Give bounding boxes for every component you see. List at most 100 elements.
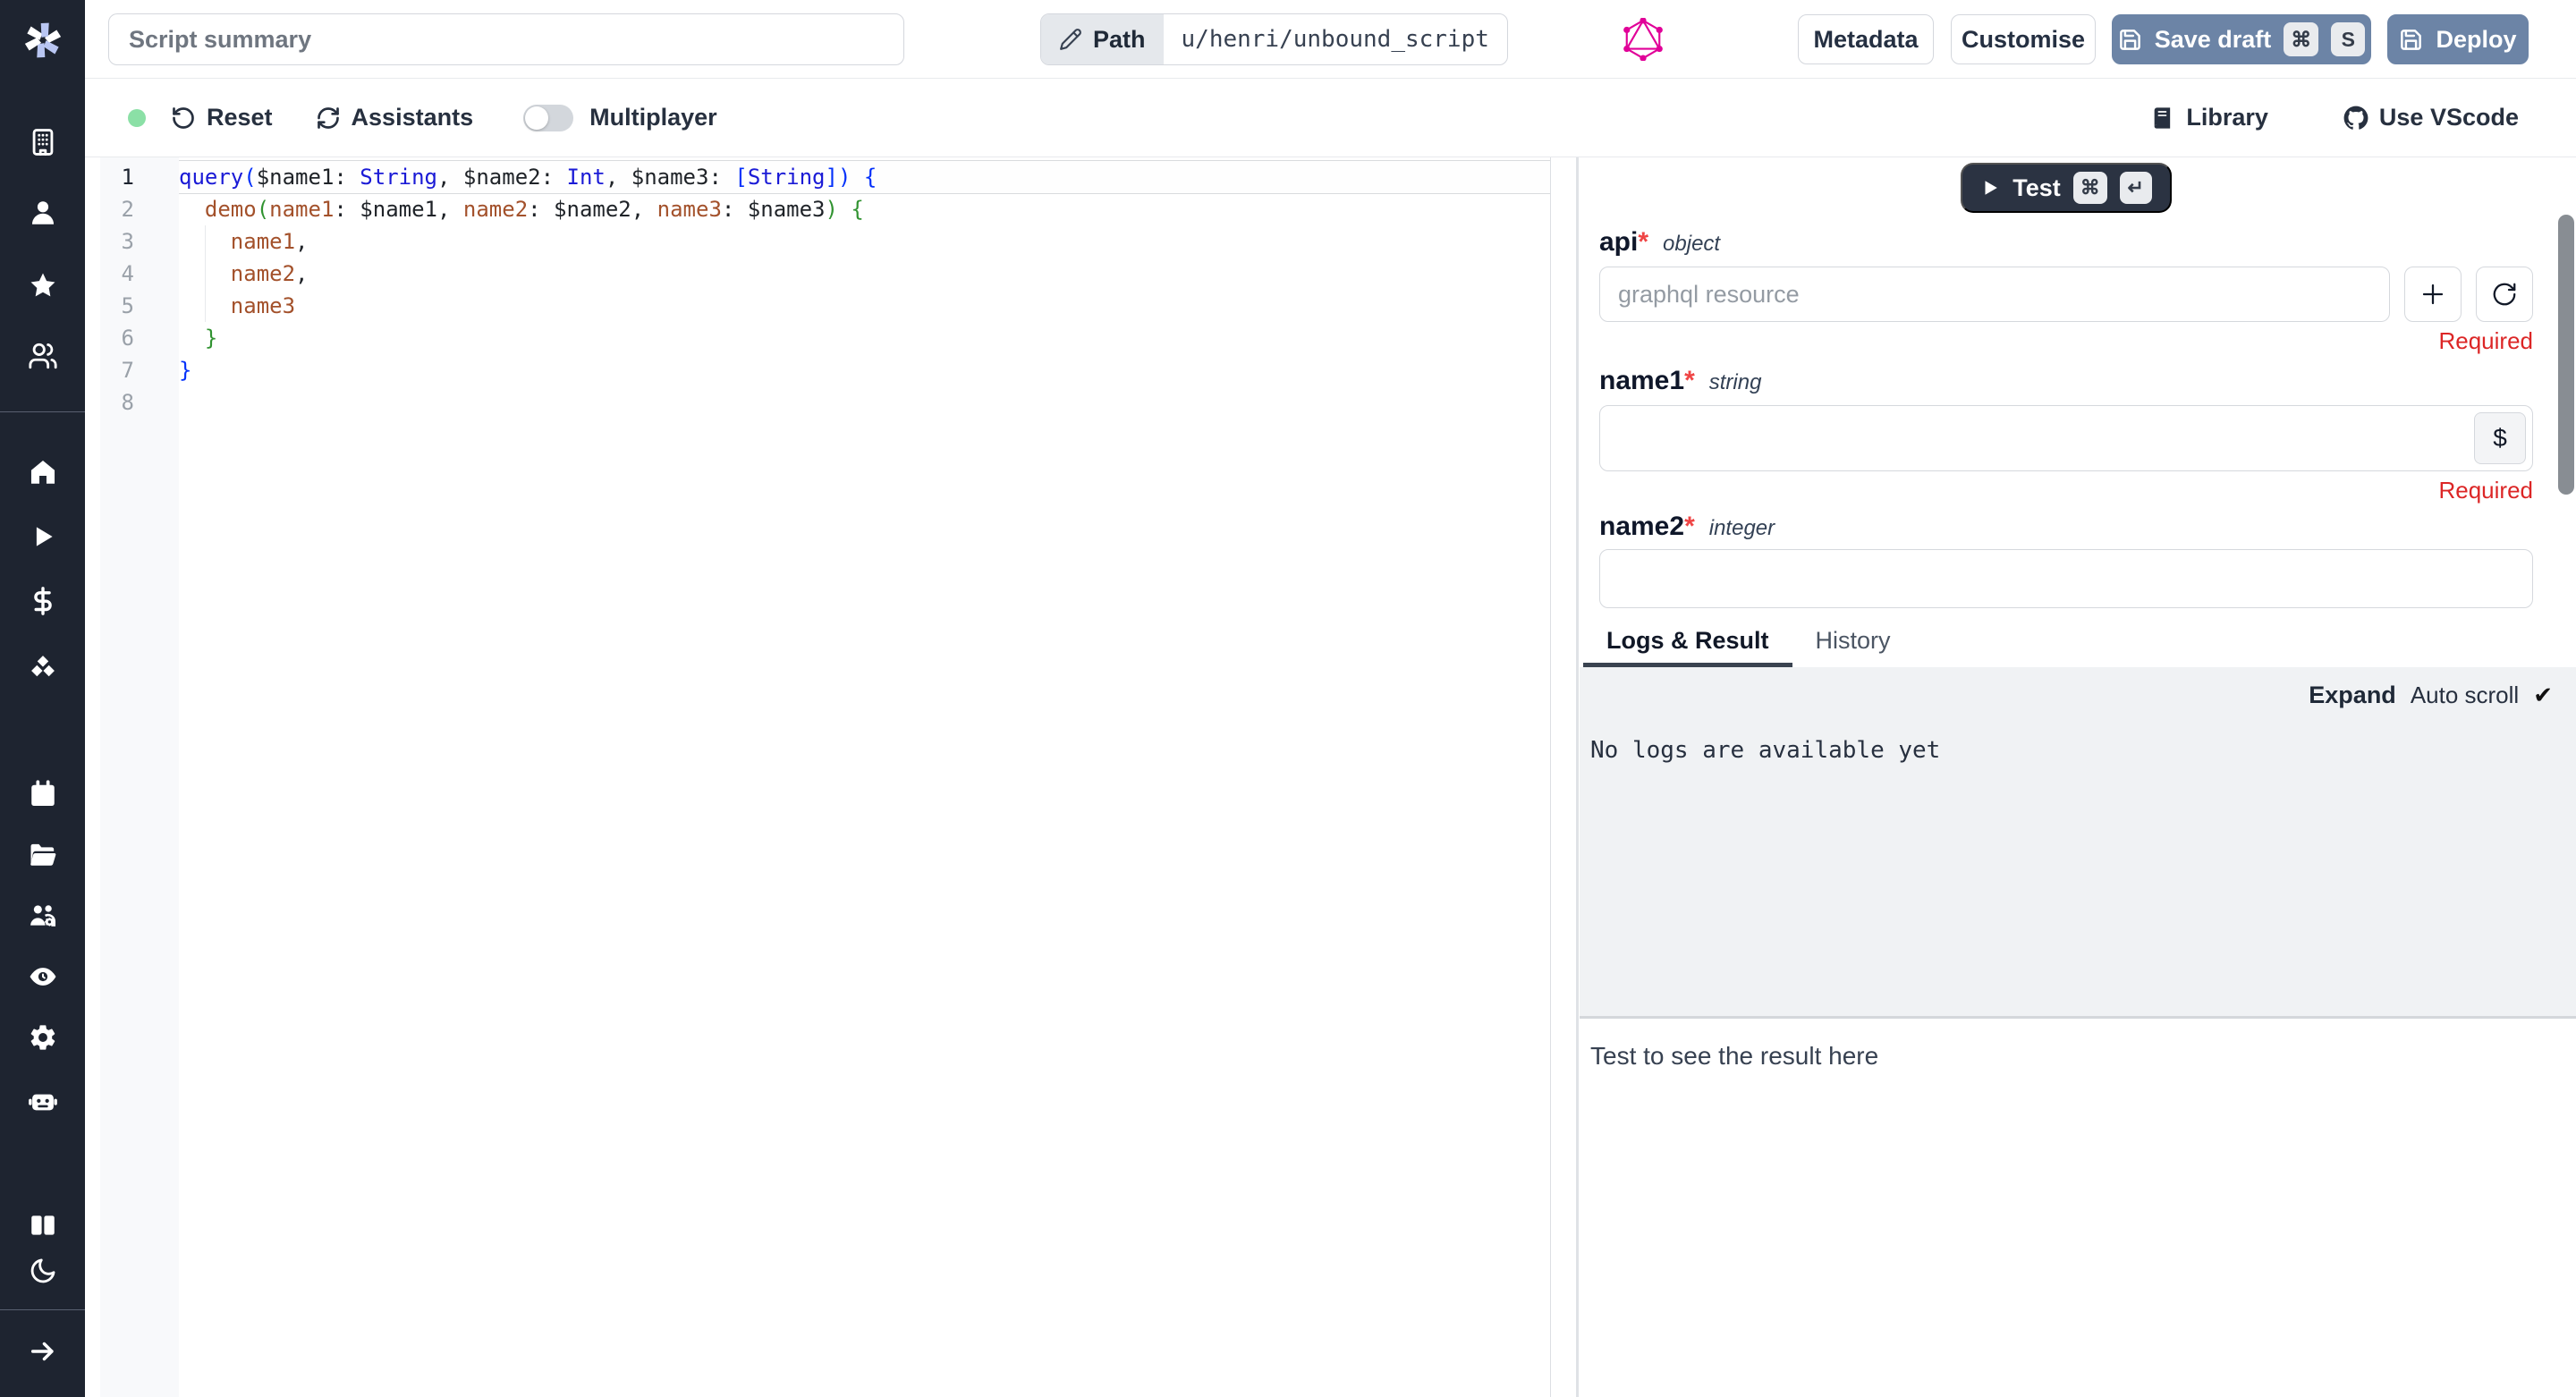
eye-icon: [28, 961, 58, 992]
kbd-enter: ↵: [2120, 172, 2152, 204]
save-icon: [2399, 28, 2423, 52]
expand-button[interactable]: Expand: [2309, 682, 2396, 709]
required-hint: Required: [1599, 327, 2533, 355]
status-dot: [128, 109, 146, 127]
multiplayer-toggle[interactable]: [523, 105, 573, 131]
variable-picker-button[interactable]: $: [2474, 412, 2526, 464]
sidebar-item-favorites[interactable]: [0, 269, 85, 301]
field-type: string: [1709, 370, 1762, 395]
form-scrollbar[interactable]: [2558, 215, 2574, 495]
refresh-icon: [316, 106, 341, 131]
line-numbers: 12345678: [100, 157, 179, 419]
kbd-cmd: ⌘: [2284, 22, 2318, 56]
save-icon: [2118, 28, 2142, 52]
book-open-icon: [28, 1210, 58, 1240]
customise-button[interactable]: Customise: [1951, 14, 2096, 64]
sidebar-item-groups[interactable]: [0, 900, 85, 932]
result-empty-text: Test to see the result here: [1590, 1042, 1878, 1071]
add-resource-button[interactable]: [2404, 267, 2462, 322]
github-icon: [2343, 106, 2368, 131]
save-draft-button[interactable]: Save draft ⌘ S: [2112, 14, 2371, 64]
plus-icon: [2419, 281, 2446, 308]
header: Path u/henri/unbound_script Metadata Cus…: [85, 0, 2576, 79]
arrow-right-icon: [28, 1336, 58, 1367]
kbd-s: S: [2331, 22, 2365, 56]
reset-label: Reset: [207, 104, 273, 131]
field-name: name1: [1599, 366, 1684, 396]
field-type: object: [1663, 232, 1720, 257]
result-tabs: Logs & Result History: [1580, 614, 2576, 667]
sidebar-item-settings[interactable]: [0, 1021, 85, 1054]
script-summary-input[interactable]: [108, 13, 904, 65]
panel-splitter[interactable]: [1576, 157, 1579, 1397]
calendar-icon: [28, 779, 58, 809]
toggle-knob: [525, 106, 548, 130]
sidebar-divider: [0, 1309, 85, 1310]
home-icon: [28, 457, 58, 487]
tab-logs-result[interactable]: Logs & Result: [1583, 614, 1792, 667]
sidebar-item-runs[interactable]: [0, 521, 85, 553]
metadata-button[interactable]: Metadata: [1798, 14, 1934, 64]
library-button[interactable]: Library: [2150, 104, 2268, 131]
moon-icon: [28, 1256, 58, 1286]
sidebar-divider: [0, 411, 85, 412]
play-icon: [28, 521, 58, 552]
assistants-button[interactable]: Assistants: [316, 104, 474, 131]
play-icon: [1980, 178, 2000, 198]
kbd-cmd: ⌘: [2073, 172, 2107, 204]
path-chip: Path u/henri/unbound_script: [1040, 13, 1508, 65]
building-icon: [28, 127, 58, 157]
users-icon: [28, 341, 58, 371]
reset-button[interactable]: Reset: [171, 104, 273, 131]
autoscroll-label: Auto scroll: [2411, 682, 2519, 709]
gear-icon: [28, 1022, 58, 1053]
sidebar-item-ai[interactable]: [0, 1084, 85, 1116]
path-value[interactable]: u/henri/unbound_script: [1164, 14, 1507, 64]
editor-right-border: [1550, 157, 1551, 1397]
sidebar-item-dark-mode[interactable]: [0, 1255, 85, 1287]
field-label-api: api* object: [1599, 227, 2533, 258]
sidebar-item-variables[interactable]: [0, 585, 85, 617]
deploy-button[interactable]: Deploy: [2387, 14, 2529, 64]
editor-toolbar: Reset Assistants Multiplayer Library Use…: [85, 79, 2576, 157]
use-vscode-button[interactable]: Use VScode: [2343, 104, 2519, 131]
user-icon: [28, 198, 58, 228]
required-star: *: [1684, 512, 1695, 542]
dollar-icon: [28, 586, 58, 616]
assistants-label: Assistants: [352, 104, 474, 131]
field-type: integer: [1709, 516, 1775, 541]
sidebar-item-members[interactable]: [0, 340, 85, 372]
logs-empty-text: No logs are available yet: [1590, 737, 1940, 764]
name2-input[interactable]: [1599, 549, 2533, 608]
autoscroll-checkbox[interactable]: ✔: [2533, 682, 2553, 709]
name1-input[interactable]: [1599, 405, 2533, 471]
star-icon: [28, 270, 58, 301]
sidebar-item-workspace[interactable]: [0, 126, 85, 158]
users-gear-icon: [28, 901, 58, 931]
sidebar-item-schedules[interactable]: [0, 778, 85, 810]
library-label: Library: [2186, 104, 2268, 131]
robot-icon: [28, 1085, 58, 1115]
windmill-logo[interactable]: [0, 19, 85, 62]
vscode-label: Use VScode: [2379, 104, 2519, 131]
refresh-resource-button[interactable]: [2476, 267, 2533, 322]
editor-gutter: 12345678: [100, 157, 179, 1397]
test-button[interactable]: Test ⌘ ↵: [1961, 163, 2172, 213]
sidebar-item-docs[interactable]: [0, 1209, 85, 1241]
sidebar-item-user[interactable]: [0, 197, 85, 229]
sidebar-item-resources[interactable]: [0, 650, 85, 682]
path-label: Path: [1093, 26, 1146, 54]
path-edit-button[interactable]: Path: [1041, 14, 1164, 64]
customise-label: Customise: [1962, 26, 2085, 54]
sidebar-item-home[interactable]: [0, 456, 85, 488]
graphql-logo-icon: [1622, 18, 1665, 61]
tab-history[interactable]: History: [1792, 614, 1914, 667]
sidebar-item-audit-logs[interactable]: [0, 961, 85, 993]
boxes-icon: [28, 651, 58, 682]
code-editor[interactable]: query($name1: String, $name2: Int, $name…: [179, 157, 1550, 1397]
sidebar-expand-button[interactable]: [0, 1335, 85, 1367]
metadata-label: Metadata: [1813, 26, 1918, 54]
sidebar-item-folders[interactable]: [0, 839, 85, 871]
sidebar: [0, 0, 85, 1397]
api-resource-input[interactable]: [1599, 267, 2390, 322]
